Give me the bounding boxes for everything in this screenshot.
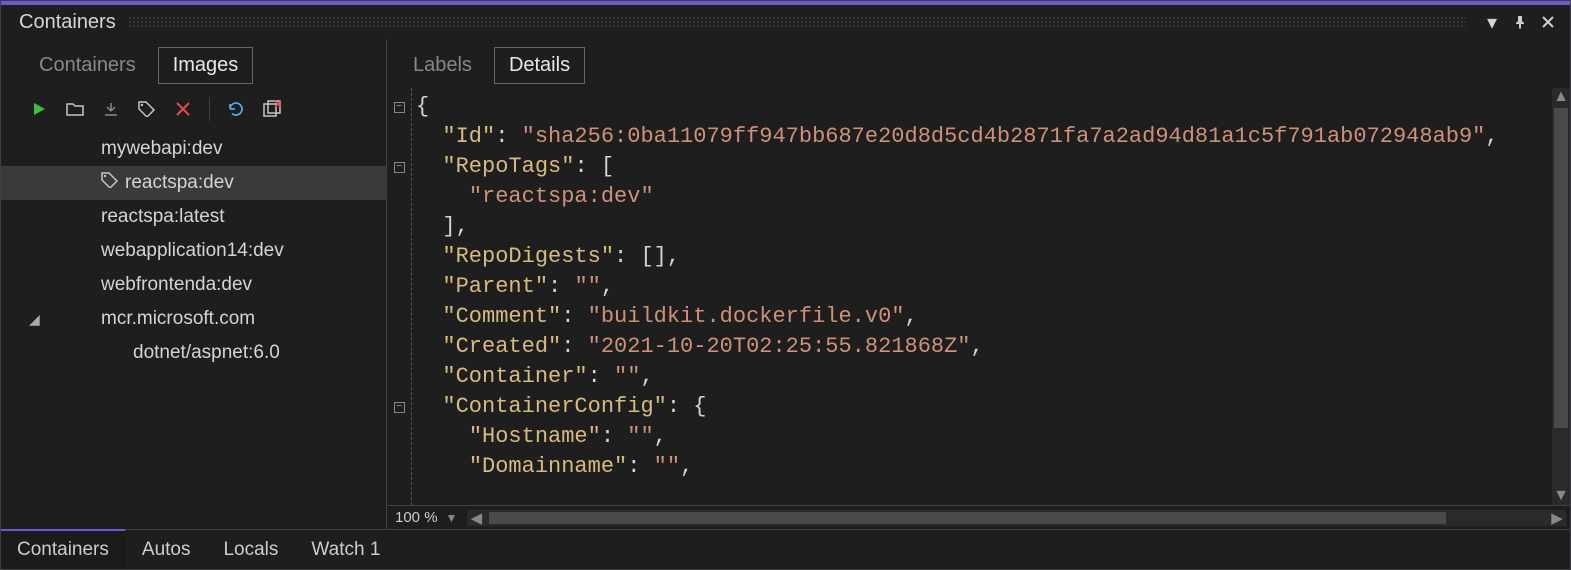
fold-toggle[interactable]: −	[387, 152, 411, 182]
tree-item-label: reactspa:dev	[125, 172, 234, 194]
tab-details[interactable]: Details	[494, 47, 585, 84]
tree-item-label: mywebapi:dev	[101, 138, 222, 160]
tree-item[interactable]: reactspa:dev	[1, 166, 386, 200]
tree-item[interactable]: dotnet/aspnet:6.0	[1, 336, 386, 370]
right-tabs: Labels Details	[387, 39, 1570, 88]
prune-button[interactable]	[258, 96, 286, 122]
json-code-view[interactable]: { "Id": "sha256:0ba11079ff947bb687e20d8d…	[411, 88, 1552, 505]
fold-spacer	[387, 182, 411, 212]
bottom-tab-containers[interactable]: Containers	[1, 529, 126, 569]
scroll-right-icon[interactable]: ▶	[1548, 510, 1566, 526]
fold-spacer	[387, 122, 411, 152]
delete-button[interactable]	[169, 96, 197, 122]
tab-containers[interactable]: Containers	[25, 48, 150, 83]
zoom-level: 100 %	[387, 509, 446, 526]
pin-icon[interactable]	[1506, 11, 1534, 34]
fold-spacer	[387, 332, 411, 362]
tree-item[interactable]: ◢ mcr.microsoft.com	[1, 302, 386, 336]
titlebar: Containers ▾	[1, 5, 1570, 39]
scroll-thumb[interactable]	[1554, 108, 1568, 428]
containers-window: Containers ▾ Containers Images	[0, 0, 1571, 570]
fold-spacer	[387, 212, 411, 242]
tab-labels[interactable]: Labels	[399, 48, 486, 83]
run-button[interactable]	[25, 96, 53, 122]
bottom-tab-watch1[interactable]: Watch 1	[295, 530, 397, 569]
drag-handle[interactable]	[128, 16, 1466, 28]
tag-icon	[101, 172, 119, 194]
tree-item-label: reactspa:latest	[101, 206, 225, 228]
open-folder-button[interactable]	[61, 96, 89, 122]
tree-item-label: dotnet/aspnet:6.0	[133, 342, 280, 364]
horizontal-scrollbar[interactable]: ◀ ▶	[467, 510, 1566, 526]
scroll-left-icon[interactable]: ◀	[467, 510, 485, 526]
scroll-up-icon[interactable]: ▲	[1552, 88, 1570, 106]
fold-spacer	[387, 362, 411, 392]
fold-spacer	[387, 272, 411, 302]
tree-item-label: webfrontenda:dev	[101, 274, 252, 296]
hscroll-thumb[interactable]	[489, 512, 1446, 524]
image-tree[interactable]: mywebapi:dev reactspa:dev reactspa:lates…	[1, 130, 386, 529]
pull-button[interactable]	[97, 96, 125, 122]
vertical-scrollbar[interactable]: ▲ ▼	[1552, 88, 1570, 505]
image-toolbar	[1, 92, 386, 130]
window-title: Containers	[19, 11, 116, 34]
window-options-dropdown-icon[interactable]: ▾	[1478, 10, 1506, 35]
tree-item[interactable]: reactspa:latest	[1, 200, 386, 234]
fold-spacer	[387, 242, 411, 272]
bottom-tab-locals[interactable]: Locals	[207, 530, 295, 569]
close-icon[interactable]	[1534, 11, 1562, 34]
tree-item-label: mcr.microsoft.com	[101, 308, 255, 330]
tab-images[interactable]: Images	[158, 47, 254, 84]
main-split: Containers Images	[1, 39, 1570, 529]
fold-toggle[interactable]: −	[387, 392, 411, 422]
scroll-down-icon[interactable]: ▼	[1552, 487, 1570, 505]
details-editor: − − − { "Id": "sha256:0ba11079ff947bb687…	[387, 88, 1570, 505]
zoom-dropdown-icon[interactable]: ▼	[446, 511, 464, 525]
bottom-tabs: Containers Autos Locals Watch 1	[1, 529, 1570, 569]
bottom-tab-autos[interactable]: Autos	[126, 530, 208, 569]
zoom-bar: 100 % ▼ ◀ ▶	[387, 505, 1570, 529]
toolbar-separator	[209, 97, 210, 121]
right-pane: Labels Details − − − { "Id": "	[387, 39, 1570, 529]
tree-item[interactable]: webapplication14:dev	[1, 234, 386, 268]
tree-item-label: webapplication14:dev	[101, 240, 284, 262]
tree-item[interactable]: webfrontenda:dev	[1, 268, 386, 302]
left-tabs: Containers Images	[1, 39, 386, 92]
expander-icon[interactable]: ◢	[29, 311, 40, 328]
left-pane: Containers Images	[1, 39, 387, 529]
tree-item[interactable]: mywebapi:dev	[1, 132, 386, 166]
refresh-button[interactable]	[222, 96, 250, 122]
fold-gutter: − − −	[387, 88, 411, 505]
fold-spacer	[387, 302, 411, 332]
fold-toggle[interactable]: −	[387, 92, 411, 122]
tag-button[interactable]	[133, 96, 161, 122]
